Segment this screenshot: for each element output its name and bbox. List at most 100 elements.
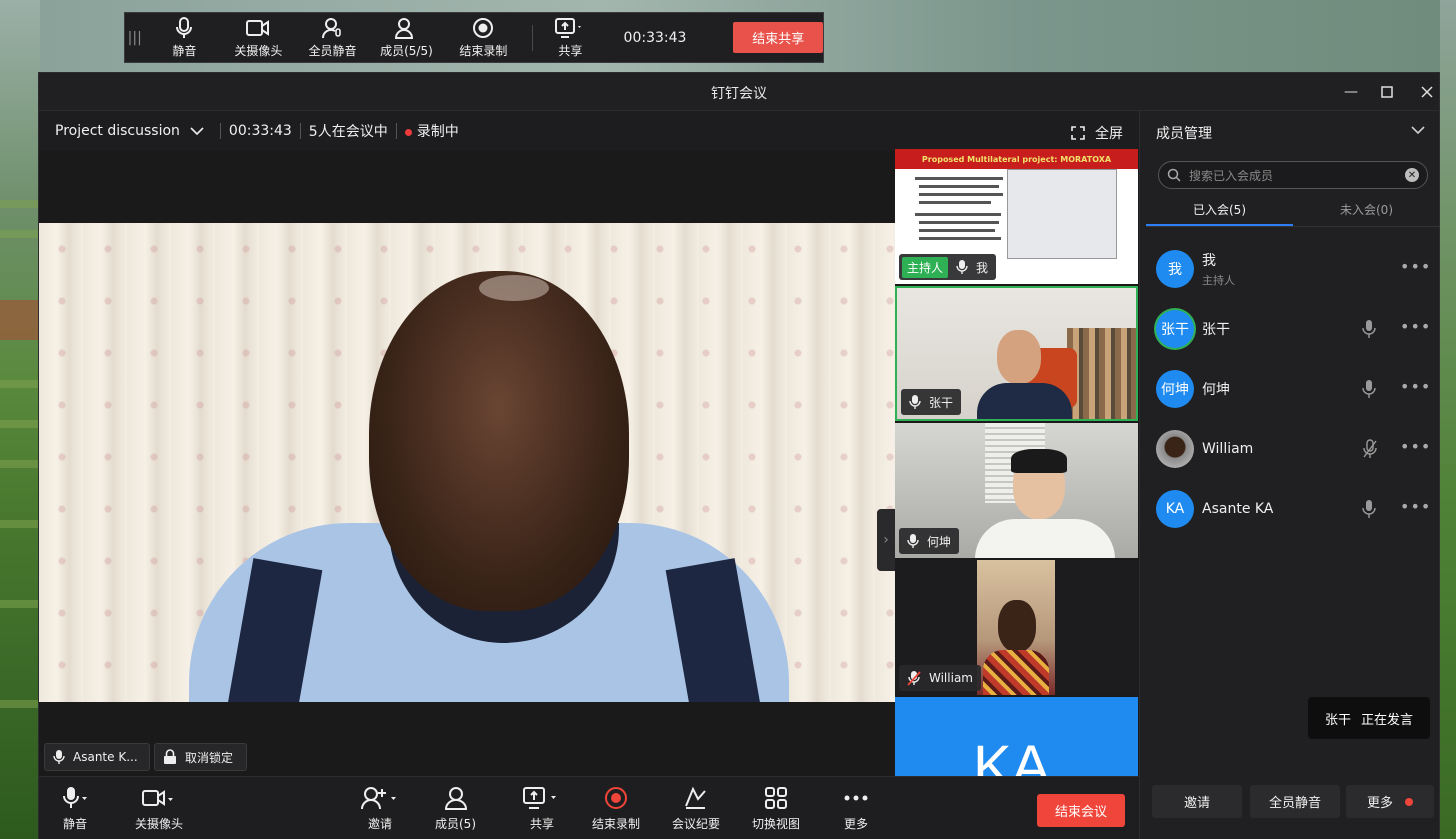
member-more-icon[interactable]: ••• [1400, 317, 1431, 336]
members-button[interactable]: 成员(5) [435, 785, 476, 832]
invite-icon [361, 785, 399, 811]
thumbnail-zhang-gan[interactable]: 张干 [895, 286, 1138, 421]
member-more-icon[interactable]: ••• [1400, 437, 1431, 456]
thumbnail-name: 何坤 [927, 534, 952, 549]
thumbnail-name: William [929, 671, 973, 685]
more-button[interactable]: 更多 [844, 785, 868, 832]
recording-label: 录制中 [416, 124, 459, 140]
microphone-icon[interactable] [1362, 379, 1376, 399]
speaker-head [369, 271, 629, 611]
collapse-thumbnails-handle[interactable]: › [877, 509, 895, 571]
tab-not-joined[interactable]: 未入会(0) [1293, 195, 1440, 226]
member-role: 主持人 [1202, 274, 1235, 287]
thumbnail-self[interactable]: Proposed Multilateral project: MORATOXA … [895, 149, 1138, 284]
search-icon [1167, 168, 1181, 182]
end-share-button[interactable]: 结束共享 [733, 22, 824, 53]
share-stop-recording-label: 结束录制 [459, 44, 508, 58]
member-more-icon[interactable]: ••• [1400, 257, 1431, 276]
maximize-icon[interactable] [1376, 81, 1398, 103]
close-icon[interactable] [1416, 81, 1438, 103]
member-more-icon[interactable]: ••• [1400, 497, 1431, 516]
member-search-input[interactable]: 搜索已入会成员 ✕ [1158, 161, 1428, 189]
chevron-down-icon [190, 127, 204, 136]
slide-text-line [919, 229, 995, 232]
bottom-toolbar: 静音 关摄像头 邀请 成员(5) 共享 结束录制 会议纪要 切换视图 更多 结束… [39, 776, 1139, 839]
slide-title: Proposed Multilateral project: MORATOXA [895, 149, 1138, 169]
microphone-muted-icon[interactable] [1362, 439, 1378, 459]
minimize-icon[interactable]: — [1340, 81, 1362, 103]
share-members-button[interactable]: 成员(5/5) [372, 12, 440, 63]
thumbnail-william[interactable]: William [895, 560, 1138, 695]
thumbnail-label: 张干 [901, 389, 962, 415]
panel-invite-button[interactable]: 邀请 [1152, 785, 1242, 818]
member-name: 何坤 [1202, 382, 1230, 398]
drag-handle-icon[interactable]: ||| [125, 30, 144, 46]
slide-text-line [919, 185, 999, 188]
fullscreen-button[interactable]: 全屏 [1071, 123, 1123, 143]
mute-button[interactable]: 静音 [61, 785, 89, 832]
share-stop-recording-button[interactable]: 结束录制 [441, 12, 527, 63]
share-members-label: 成员(5/5) [380, 44, 433, 58]
speaker-highlight [479, 275, 549, 301]
share-share-label: 共享 [558, 44, 583, 58]
mute-label: 静音 [62, 817, 87, 831]
clear-search-icon[interactable]: ✕ [1405, 168, 1419, 182]
avatar: 张干 [1156, 310, 1194, 348]
main-video-feed[interactable] [39, 223, 895, 702]
tab-joined[interactable]: 已入会(5) [1146, 195, 1293, 226]
member-row[interactable]: KA Asante KA ••• [1156, 487, 1432, 531]
invite-button[interactable]: 邀请 [361, 785, 399, 832]
slide-text-line [919, 201, 991, 204]
thumbnail-asante-ka[interactable]: KA [895, 697, 1138, 776]
panel-mute-all-button[interactable]: 全员静音 [1250, 785, 1340, 818]
participant-count: 5人在会议中 [308, 124, 388, 140]
member-more-icon[interactable]: ••• [1400, 377, 1431, 396]
speaking-indicator: 张干 正在发言 [1308, 697, 1430, 739]
thumbnail-label-self: 主持人 我 [899, 254, 997, 280]
share-button[interactable]: 共享 [523, 785, 561, 832]
meeting-info-bar: Project discussion 00:33:43 5人在会议中 录制中 全… [39, 111, 1139, 151]
minutes-label: 会议纪要 [672, 817, 721, 831]
bookshelf [1067, 328, 1136, 419]
meeting-minutes-button[interactable]: 会议纪要 [672, 785, 720, 832]
recording-dot-icon [404, 129, 412, 136]
share-share-button[interactable]: 共享 [539, 12, 601, 63]
microphone-icon[interactable] [1362, 319, 1376, 339]
meeting-title-dropdown[interactable]: Project discussion [55, 123, 204, 139]
thumbnail-label: 何坤 [899, 528, 960, 554]
camera-toggle-button[interactable]: 关摄像头 [135, 785, 183, 832]
panel-collapse-button[interactable] [1411, 123, 1425, 139]
end-meeting-button[interactable]: 结束会议 [1037, 794, 1125, 827]
microphone-muted-icon [907, 671, 921, 686]
participant-body [977, 383, 1072, 419]
unlock-button[interactable]: 取消锁定 [154, 743, 247, 771]
share-mute-all-button[interactable]: 全员静音 [293, 12, 373, 63]
share-camera-button[interactable]: 关摄像头 [224, 12, 292, 63]
fullscreen-icon [1071, 126, 1085, 140]
search-placeholder: 搜索已入会成员 [1189, 168, 1274, 183]
member-name: 我 [1202, 253, 1216, 269]
share-mute-button[interactable]: 静音 [144, 12, 224, 63]
speaking-name: 张干 [1324, 712, 1351, 728]
member-name: William [1202, 441, 1254, 457]
member-tabs: 已入会(5) 未入会(0) [1146, 195, 1440, 227]
slide-text-line [919, 193, 1003, 196]
avatar: 何坤 [1156, 370, 1194, 408]
notification-dot [1405, 797, 1413, 806]
more-label: 更多 [844, 817, 869, 831]
share-camera-label: 关摄像头 [234, 44, 283, 58]
thumbnail-label: William [899, 665, 981, 691]
thumbnail-he-kun[interactable]: 何坤 [895, 423, 1138, 558]
switch-view-button[interactable]: 切换视图 [752, 785, 800, 832]
record-icon [472, 16, 494, 40]
microphone-icon[interactable] [1362, 499, 1376, 519]
member-row[interactable]: 何坤 何坤 ••• [1156, 367, 1432, 411]
member-row[interactable]: 我 我 主持人 ••• [1156, 247, 1432, 291]
slide-screenshot-panel [1007, 169, 1117, 259]
panel-more-button[interactable]: 更多 [1346, 785, 1434, 818]
member-row[interactable]: 张干 张干 ••• [1156, 307, 1432, 351]
member-row[interactable]: William ••• [1156, 427, 1432, 471]
host-badge: 主持人 [902, 256, 949, 278]
stop-recording-label: 结束录制 [592, 817, 641, 831]
stop-recording-button[interactable]: 结束录制 [592, 785, 640, 832]
